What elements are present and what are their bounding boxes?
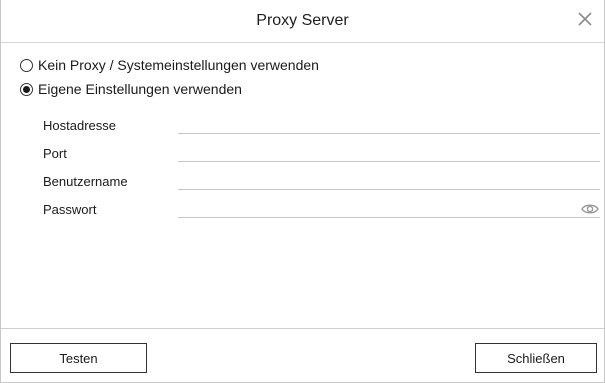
proxy-server-dialog: Proxy Server Kein Proxy / Systemeinstell… <box>0 0 605 383</box>
password-label: Passwort <box>43 202 97 217</box>
username-label: Benutzername <box>43 174 128 189</box>
radio-button-custom-settings[interactable] <box>20 82 33 96</box>
title-bar: Proxy Server <box>1 0 604 43</box>
username-input[interactable] <box>178 172 600 190</box>
close-button[interactable]: Schließen <box>475 343 597 373</box>
test-button[interactable]: Testen <box>10 343 147 373</box>
port-row: Port <box>1 142 605 166</box>
host-input[interactable] <box>178 116 600 134</box>
port-input[interactable] <box>178 144 600 162</box>
close-icon[interactable] <box>573 7 597 31</box>
password-row: Passwort <box>1 198 605 222</box>
password-input[interactable] <box>178 200 600 218</box>
host-row: Hostadresse <box>1 114 605 138</box>
port-label: Port <box>43 146 67 161</box>
radio-button-no-proxy[interactable] <box>20 58 33 72</box>
host-label: Hostadresse <box>43 118 116 133</box>
username-row: Benutzername <box>1 170 605 194</box>
radio-custom-settings[interactable]: Eigene Einstellungen verwenden <box>20 79 242 99</box>
radio-custom-settings-label: Eigene Einstellungen verwenden <box>38 81 242 97</box>
eye-icon[interactable] <box>581 202 599 216</box>
radio-no-proxy[interactable]: Kein Proxy / Systemeinstellungen verwend… <box>20 55 319 75</box>
dialog-title: Proxy Server <box>256 12 349 29</box>
footer-divider <box>1 328 604 329</box>
radio-no-proxy-label: Kein Proxy / Systemeinstellungen verwend… <box>38 57 319 73</box>
